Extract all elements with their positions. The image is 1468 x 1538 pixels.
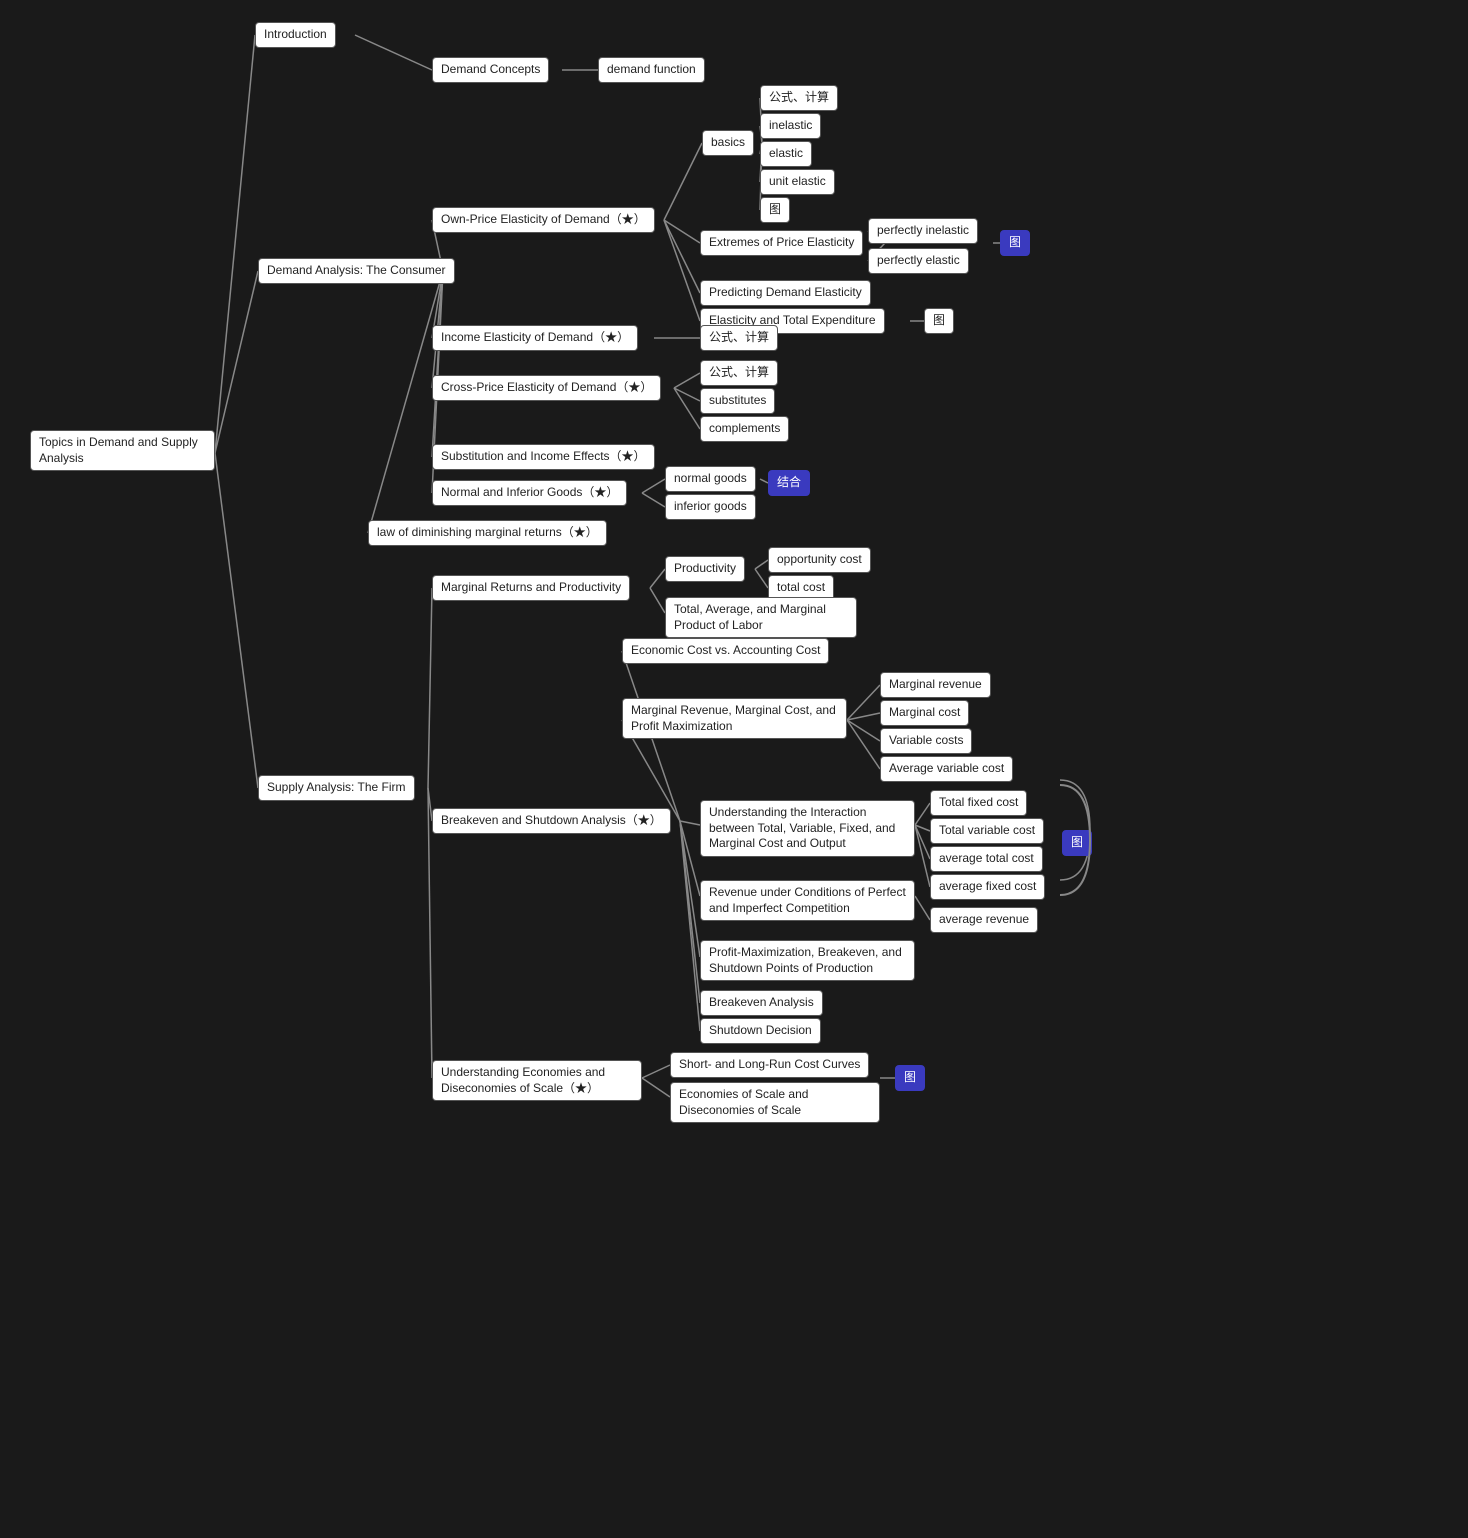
perfectly-elastic-node: perfectly elastic <box>868 248 969 274</box>
short-long-run-node: Short- and Long-Run Cost Curves <box>670 1052 869 1078</box>
tu1-node: 图 <box>760 197 790 223</box>
income-elasticity-node: Income Elasticity of Demand（★） <box>432 325 638 351</box>
breakeven-analysis-node: Breakeven Analysis <box>700 990 823 1016</box>
unit-elastic-node: unit elastic <box>760 169 835 195</box>
intro-node: Introduction <box>255 22 336 48</box>
total-fixed-cost-node: Total fixed cost <box>930 790 1027 816</box>
revenue-conditions-node: Revenue under Conditions of Perfect and … <box>700 880 915 921</box>
gongshi2-node: 公式、计算 <box>700 325 778 351</box>
inelastic-node: inelastic <box>760 113 821 139</box>
avg-variable-cost-node: Average variable cost <box>880 756 1013 782</box>
basics-node: basics <box>702 130 754 156</box>
inferior-goods-node: inferior goods <box>665 494 756 520</box>
demand-concepts-node: Demand Concepts <box>432 57 549 83</box>
tu-blue3-node: 图 <box>895 1065 925 1091</box>
root-node: Topics in Demand and Supply Analysis <box>30 430 215 471</box>
tu-small2-node: 图 <box>924 308 954 334</box>
law-diminishing-node: law of diminishing marginal returns（★） <box>368 520 607 546</box>
tu-blue1-node: 图 <box>1000 230 1030 256</box>
marginal-revenue-node: Marginal revenue <box>880 672 991 698</box>
economic-vs-accounting-node: Economic Cost vs. Accounting Cost <box>622 638 829 664</box>
substitutes-node: substitutes <box>700 388 775 414</box>
normal-inferior-node: Normal and Inferior Goods（★） <box>432 480 627 506</box>
understanding-economies-node: Understanding Economies and Diseconomies… <box>432 1060 642 1101</box>
normal-goods-node: normal goods <box>665 466 756 492</box>
bracket-svg <box>1050 780 1110 900</box>
productivity-node: Productivity <box>665 556 745 582</box>
profit-breakeven-shutdown-node: Profit-Maximization, Breakeven, and Shut… <box>700 940 915 981</box>
opportunity-cost-node: opportunity cost <box>768 547 871 573</box>
gongshi3-node: 公式、计算 <box>700 360 778 386</box>
jiehe-blue-node: 结合 <box>768 470 810 496</box>
marginal-cost-node: Marginal cost <box>880 700 969 726</box>
extremes-price-node: Extremes of Price Elasticity <box>700 230 863 256</box>
own-price-elasticity-node: Own-Price Elasticity of Demand（★） <box>432 207 655 233</box>
supply-analysis-node: Supply Analysis: The Firm <box>258 775 415 801</box>
demand-function-node: demand function <box>598 57 705 83</box>
avg-fixed-cost-node: average fixed cost <box>930 874 1045 900</box>
total-avg-marginal-node: Total, Average, and Marginal Product of … <box>665 597 857 638</box>
marginal-returns-node: Marginal Returns and Productivity <box>432 575 630 601</box>
total-variable-cost-node: Total variable cost <box>930 818 1044 844</box>
understanding-interaction-node: Understanding the Interaction between To… <box>700 800 915 857</box>
perfectly-inelastic-node: perfectly inelastic <box>868 218 978 244</box>
predicting-demand-node: Predicting Demand Elasticity <box>700 280 871 306</box>
complements-node: complements <box>700 416 789 442</box>
demand-analysis-node: Demand Analysis: The Consumer <box>258 258 455 284</box>
substitution-income-node: Substitution and Income Effects（★） <box>432 444 655 470</box>
mindmap-container: Topics in Demand and Supply Analysis Int… <box>0 0 1468 1538</box>
marginal-revenue-cost-node: Marginal Revenue, Marginal Cost, and Pro… <box>622 698 847 739</box>
economies-scale-node: Economies of Scale and Diseconomies of S… <box>670 1082 880 1123</box>
cross-price-elasticity-node: Cross-Price Elasticity of Demand（★） <box>432 375 661 401</box>
shutdown-decision-node: Shutdown Decision <box>700 1018 821 1044</box>
breakeven-shutdown-node: Breakeven and Shutdown Analysis（★） <box>432 808 671 834</box>
avg-total-cost-node: average total cost <box>930 846 1043 872</box>
gongshi1-node: 公式、计算 <box>760 85 838 111</box>
avg-revenue-node: average revenue <box>930 907 1038 933</box>
variable-costs-node: Variable costs <box>880 728 972 754</box>
elastic-node: elastic <box>760 141 812 167</box>
